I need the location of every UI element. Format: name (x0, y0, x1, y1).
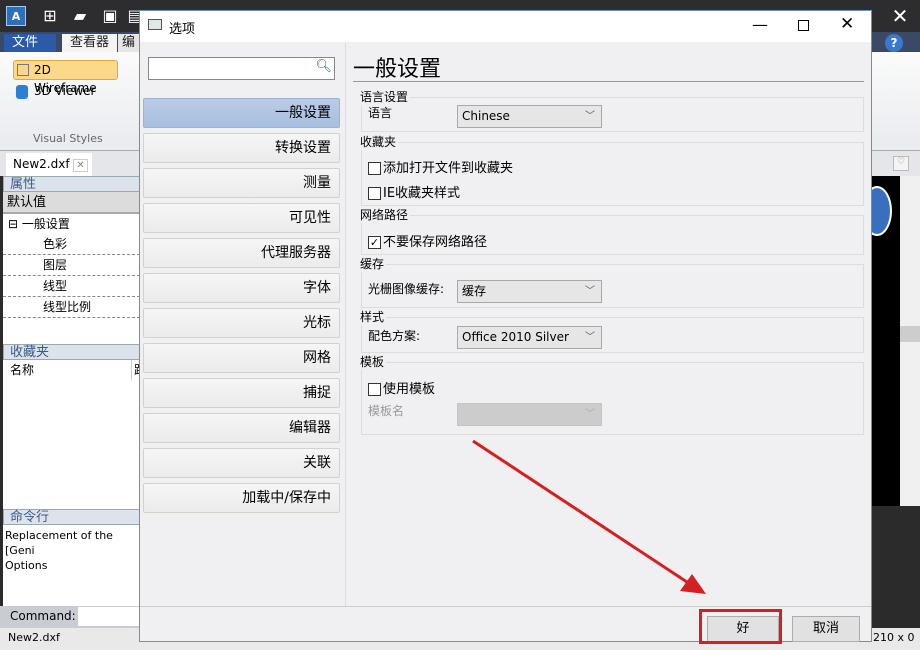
arrow-shaft (472, 439, 691, 586)
arrow-head (680, 574, 706, 594)
annotation-arrow (472, 439, 706, 594)
